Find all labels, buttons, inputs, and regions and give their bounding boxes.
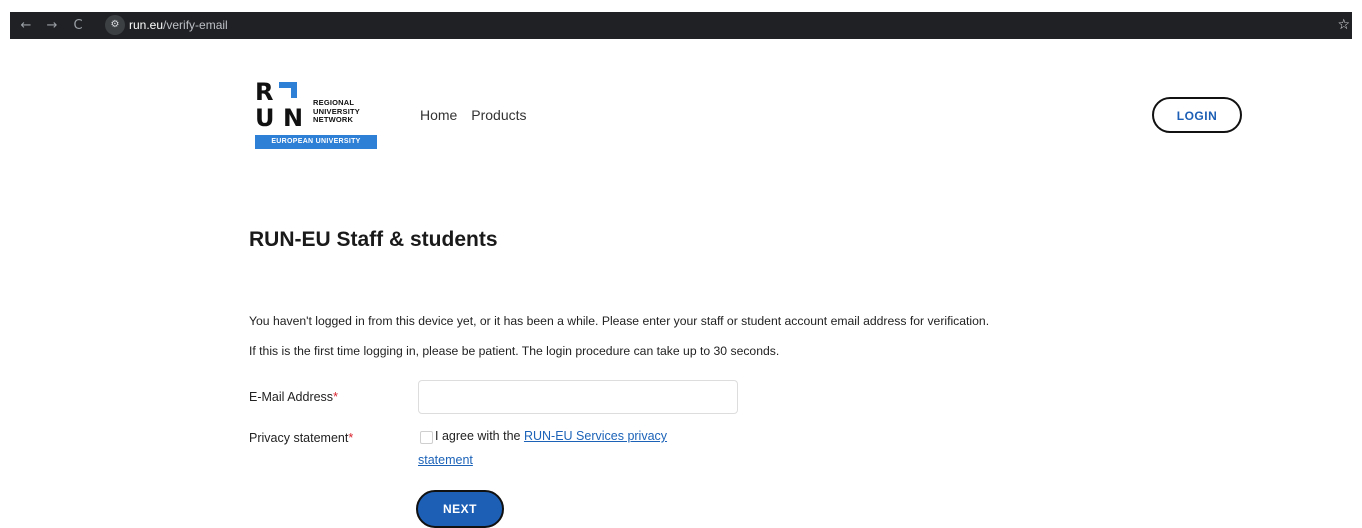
browser-toolbar: ← → C ⚙ run.eu/verify-email ☆ xyxy=(10,12,1352,39)
logo-band: EUROPEAN UNIVERSITY xyxy=(255,135,377,149)
email-label: E-Mail Address* xyxy=(249,390,338,404)
required-marker: * xyxy=(348,431,354,445)
privacy-label-text: Privacy statement xyxy=(249,431,349,445)
page-title: RUN-EU Staff & students xyxy=(249,228,498,251)
email-label-text: E-Mail Address xyxy=(249,390,334,404)
email-input[interactable] xyxy=(418,380,738,414)
logo-line-network: NETWORK xyxy=(313,115,354,124)
logo-bracket xyxy=(279,82,297,98)
logo-wordmark: REGIONAL UNIVERSITY NETWORK xyxy=(313,98,360,125)
privacy-statement-link[interactable]: RUN-EU Services privacy xyxy=(524,429,667,443)
logo-letter-u: U xyxy=(255,104,275,132)
nav-home-link[interactable]: Home xyxy=(420,107,457,123)
info-paragraph-first-time: If this is the first time logging in, pl… xyxy=(249,344,780,358)
url-domain: run.eu xyxy=(129,18,164,32)
browser-chrome: ← → C ⚙ run.eu/verify-email ☆ xyxy=(0,0,1362,40)
agree-prefix: I agree with the xyxy=(435,429,521,443)
site-info-icon[interactable]: ⚙ xyxy=(105,15,125,35)
privacy-label: Privacy statement* xyxy=(249,431,353,445)
back-icon[interactable]: ← xyxy=(16,12,36,39)
main-nav: Home Products xyxy=(420,107,537,123)
run-eu-logo[interactable]: R U N REGIONAL UNIVERSITY NETWORK EUROPE… xyxy=(255,80,377,150)
url-path: /verify-email xyxy=(163,18,228,32)
privacy-agree-text-continued: statement xyxy=(418,453,473,467)
privacy-agree-checkbox[interactable] xyxy=(420,431,433,444)
login-button[interactable]: LOGIN xyxy=(1152,97,1242,133)
logo-letter-n: N xyxy=(283,104,304,132)
next-button[interactable]: NEXT xyxy=(416,490,504,528)
privacy-agree-text: I agree with the RUN-EU Services privacy xyxy=(435,429,667,443)
logo-letter-r: R xyxy=(255,78,274,106)
required-marker: * xyxy=(333,390,338,404)
privacy-statement-link-continued[interactable]: statement xyxy=(418,453,473,467)
info-paragraph-device: You haven't logged in from this device y… xyxy=(249,314,990,328)
nav-products-link[interactable]: Products xyxy=(471,107,526,123)
reload-icon[interactable]: C xyxy=(68,12,88,39)
address-bar[interactable]: run.eu/verify-email xyxy=(129,12,228,39)
forward-icon[interactable]: → xyxy=(42,12,62,39)
bookmark-star-icon[interactable]: ☆ xyxy=(1337,12,1350,39)
